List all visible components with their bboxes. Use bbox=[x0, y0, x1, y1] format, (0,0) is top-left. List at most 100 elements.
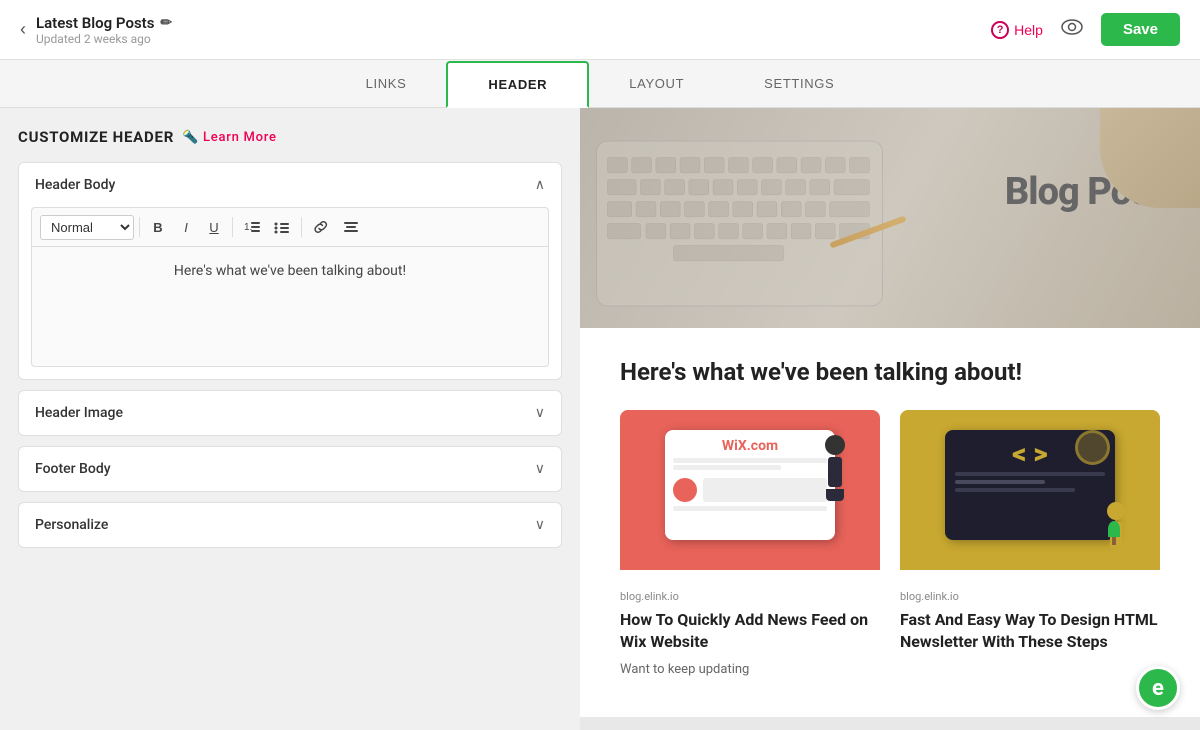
accordion-personalize-toggle[interactable]: Personalize ∨ bbox=[19, 503, 561, 547]
wix-screen: WiX.com bbox=[665, 430, 835, 540]
preview-button[interactable] bbox=[1061, 19, 1083, 40]
main-layout: CUSTOMIZE HEADER 🔦 Learn More Header Bod… bbox=[0, 108, 1200, 730]
link-button[interactable] bbox=[307, 214, 335, 240]
edit-icon[interactable]: ✏ bbox=[160, 15, 172, 31]
accordion-footer-body: Footer Body ∨ bbox=[18, 446, 562, 492]
editor-toolbar: Normal Heading 1 Heading 2 Heading 3 B I… bbox=[31, 207, 549, 247]
accordion-header-image: Header Image ∨ bbox=[18, 390, 562, 436]
chevron-down-icon-3: ∨ bbox=[535, 517, 545, 533]
wix-dots-row bbox=[673, 478, 827, 502]
align-button[interactable] bbox=[337, 214, 365, 240]
accordion-personalize: Personalize ∨ bbox=[18, 502, 562, 548]
elink-badge: e bbox=[1136, 666, 1180, 710]
preview-content: Here's what we've been talking about! Wi… bbox=[580, 328, 1200, 717]
link-icon bbox=[313, 220, 329, 234]
blog-card-html: < > bbox=[900, 410, 1160, 687]
html-tree bbox=[1108, 521, 1120, 545]
ordered-list-icon: 1. bbox=[244, 220, 260, 234]
underline-button[interactable]: U bbox=[201, 214, 227, 240]
wix-red-dot bbox=[673, 478, 697, 502]
learn-more-link[interactable]: 🔦 Learn More bbox=[182, 130, 277, 145]
html-line-2 bbox=[955, 480, 1045, 484]
heading-text: CUSTOMIZE HEADER bbox=[18, 128, 174, 146]
help-circle-icon: ? bbox=[991, 21, 1009, 39]
accordion-footer-body-title: Footer Body bbox=[35, 461, 111, 477]
wix-logo: WiX.com bbox=[673, 438, 827, 454]
tab-links[interactable]: LINKS bbox=[326, 60, 447, 107]
card-desc-wix: Want to keep updating bbox=[620, 662, 880, 677]
page-title: Latest Blog Posts ✏ bbox=[36, 14, 172, 32]
unordered-list-button[interactable] bbox=[268, 214, 296, 240]
accordion-header-body-title: Header Body bbox=[35, 177, 115, 193]
wix-line-3 bbox=[673, 506, 827, 511]
wix-bar bbox=[703, 478, 827, 502]
hero-section: Latest Blog Posts bbox=[580, 108, 1200, 328]
help-label: Help bbox=[1014, 22, 1043, 38]
editor-content[interactable]: Here's what we've been talking about! bbox=[31, 247, 549, 367]
chevron-down-icon-2: ∨ bbox=[535, 461, 545, 477]
save-button[interactable]: Save bbox=[1101, 13, 1180, 46]
wix-line-2 bbox=[673, 465, 781, 470]
learn-more-label: Learn More bbox=[203, 130, 277, 145]
card-source-wix: blog.elink.io bbox=[620, 590, 880, 603]
accordion-header-image-toggle[interactable]: Header Image ∨ bbox=[19, 391, 561, 435]
html-person-head bbox=[1107, 502, 1125, 520]
wix-person bbox=[825, 435, 845, 501]
keyboard-svg bbox=[580, 108, 921, 328]
person-head bbox=[825, 435, 845, 455]
wix-illustration: WiX.com bbox=[650, 420, 850, 560]
tab-layout[interactable]: LAYOUT bbox=[589, 60, 724, 107]
html-line-3 bbox=[955, 488, 1075, 492]
topbar-right: ? Help Save bbox=[991, 13, 1180, 46]
card-content-wix: blog.elink.io How To Quickly Add News Fe… bbox=[620, 570, 880, 687]
ordered-list-button[interactable]: 1. bbox=[238, 214, 266, 240]
page-subtitle: Updated 2 weeks ago bbox=[36, 32, 172, 46]
help-button[interactable]: ? Help bbox=[991, 21, 1043, 39]
toolbar-divider-3 bbox=[301, 217, 302, 237]
html-line-1 bbox=[955, 472, 1105, 476]
card-image-wix: WiX.com bbox=[620, 410, 880, 570]
html-illustration: < > bbox=[930, 420, 1130, 560]
accordion-header-body: Header Body ∧ Normal Heading 1 Heading 2… bbox=[18, 162, 562, 380]
tree-top bbox=[1108, 521, 1120, 537]
person-legs bbox=[826, 489, 844, 501]
back-button[interactable]: ‹ bbox=[20, 19, 26, 40]
accordion-header-body-content: Normal Heading 1 Heading 2 Heading 3 B I… bbox=[19, 207, 561, 379]
tab-header[interactable]: HEADER bbox=[446, 61, 589, 108]
html-circle-decoration bbox=[1075, 430, 1110, 465]
eye-icon bbox=[1061, 19, 1083, 35]
card-content-html: blog.elink.io Fast And Easy Way To Desig… bbox=[900, 570, 1160, 672]
page-title-group: Latest Blog Posts ✏ Updated 2 weeks ago bbox=[36, 14, 172, 46]
title-text: Latest Blog Posts bbox=[36, 14, 154, 32]
tab-settings[interactable]: SETTINGS bbox=[724, 60, 874, 107]
accordion-header-body-toggle[interactable]: Header Body ∧ bbox=[19, 163, 561, 207]
format-select[interactable]: Normal Heading 1 Heading 2 Heading 3 bbox=[40, 215, 134, 240]
toolbar-divider-2 bbox=[232, 217, 233, 237]
italic-button[interactable]: I bbox=[173, 214, 199, 240]
accordion-personalize-title: Personalize bbox=[35, 517, 108, 533]
topbar-left: ‹ Latest Blog Posts ✏ Updated 2 weeks ag… bbox=[20, 14, 172, 46]
blog-card-wix: WiX.com bbox=[620, 410, 880, 687]
editor-text: Here's what we've been talking about! bbox=[174, 263, 406, 279]
wix-line-1 bbox=[673, 458, 827, 463]
panel-heading: CUSTOMIZE HEADER 🔦 Learn More bbox=[18, 128, 562, 146]
align-icon bbox=[343, 220, 359, 234]
card-image-html: < > bbox=[900, 410, 1160, 570]
nav-tabs: LINKS HEADER LAYOUT SETTINGS bbox=[0, 60, 1200, 108]
chevron-up-icon: ∧ bbox=[535, 177, 545, 193]
preview-area: Latest Blog Posts Here's what we've been… bbox=[580, 108, 1200, 730]
card-title-wix: How To Quickly Add News Feed on Wix Webs… bbox=[620, 609, 880, 654]
person-body bbox=[828, 457, 842, 487]
tree-trunk bbox=[1112, 537, 1116, 545]
left-panel: CUSTOMIZE HEADER 🔦 Learn More Header Bod… bbox=[0, 108, 580, 730]
bold-button[interactable]: B bbox=[145, 214, 171, 240]
preview-subtitle: Here's what we've been talking about! bbox=[620, 358, 1160, 386]
card-source-html: blog.elink.io bbox=[900, 590, 1160, 603]
right-panel: Latest Blog Posts Here's what we've been… bbox=[580, 108, 1200, 730]
accordion-header-image-title: Header Image bbox=[35, 405, 123, 421]
card-title-html: Fast And Easy Way To Design HTML Newslet… bbox=[900, 609, 1160, 654]
topbar: ‹ Latest Blog Posts ✏ Updated 2 weeks ag… bbox=[0, 0, 1200, 60]
toolbar-divider-1 bbox=[139, 217, 140, 237]
accordion-footer-body-toggle[interactable]: Footer Body ∨ bbox=[19, 447, 561, 491]
unordered-list-icon bbox=[274, 220, 290, 234]
